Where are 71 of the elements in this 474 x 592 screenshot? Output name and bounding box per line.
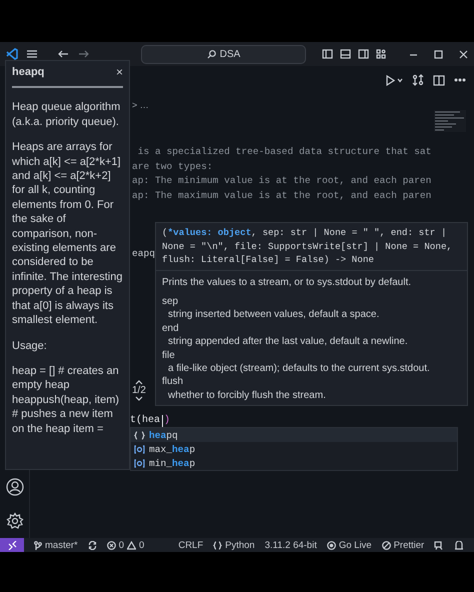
- doc-paragraph: Usage:: [12, 338, 48, 353]
- error-icon: [106, 540, 116, 550]
- forward-arrow-icon[interactable]: [78, 49, 89, 59]
- warning-icon: [127, 540, 136, 550]
- parameter-name: flush: [162, 375, 184, 389]
- notifications-icon[interactable]: [454, 540, 464, 550]
- go-live-button[interactable]: Go Live: [326, 540, 372, 550]
- code-line: t(hea: [130, 415, 160, 426]
- parameter-description: string inserted between values, default a space.: [167, 308, 380, 322]
- code-line: is a specialized tree-based data structure that sat: [136, 145, 432, 159]
- popup-title: heapq: [12, 65, 44, 80]
- prettier-icon: [382, 540, 391, 550]
- suggestion-item[interactable]: min_heap: [131, 456, 457, 470]
- code-line: eapq: [132, 248, 156, 258]
- play-icon: [385, 74, 395, 86]
- chevron-up-icon[interactable]: [134, 380, 143, 385]
- suggestion-item[interactable]: heapq: [131, 428, 457, 442]
- layout-icon[interactable]: [376, 49, 387, 59]
- sync-icon[interactable]: [88, 540, 97, 550]
- branch-icon: [34, 540, 42, 550]
- variable-icon: [134, 458, 145, 468]
- more-actions-icon[interactable]: [454, 78, 466, 82]
- panel-toggle-icon[interactable]: [340, 49, 351, 59]
- parameter-description: whether to forcibly flush the stream.: [167, 388, 327, 402]
- broadcast-icon: [326, 540, 336, 550]
- remote-button[interactable]: [0, 538, 24, 552]
- settings-icon[interactable]: [6, 512, 24, 530]
- interpreter-button[interactable]: 3.11.2 64-bit: [264, 540, 317, 550]
- split-editor-icon[interactable]: [433, 74, 445, 86]
- app-logo-icon[interactable]: [6, 48, 18, 60]
- problems-button[interactable]: 0 0: [106, 540, 144, 550]
- language-button[interactable]: Python: [213, 540, 255, 550]
- doc-paragraph: Heaps are arrays for which a[k] <= a[2*k+1] and a[k] <= a[2*k+2] for all k, counting elements from 0. For the sake of comparison, non-existing elements are considered to be infinite. The interesting property of a heap is that a[0] is always its smallest element.: [12, 140, 123, 328]
- doc-summary: Prints the values to a stream, or to sys.stdout by default.: [162, 276, 412, 289]
- line-ending-button[interactable]: CRLF: [178, 540, 204, 550]
- back-arrow-icon[interactable]: [58, 49, 69, 59]
- minimap-drawing[interactable]: [434, 110, 466, 132]
- maximize-icon[interactable]: [434, 50, 443, 58]
- parameter-name: file: [162, 348, 176, 362]
- doc-paragraph: Heap queue algorithm (a.k.a. priority queue).: [12, 100, 122, 130]
- command-search-field[interactable]: DSA: [141, 44, 306, 64]
- suggestion-item[interactable]: max_heap: [131, 442, 457, 456]
- function-signature: (*values: object, sep: str | None = " ", end: str | None = "\n", file: SupportsWrite[str] | None = None, flush: Literal[False] = False) -> None: [156, 223, 467, 270]
- module-icon: [134, 430, 145, 440]
- remote-icon: [8, 540, 16, 550]
- parameter-description: a file-like object (stream); defaults to the current sys.stdout.: [167, 362, 431, 376]
- code-line: are two types:: [132, 160, 214, 174]
- code-line: ap: The maximum value is at the root, and each paren: [132, 188, 432, 202]
- compare-changes-icon[interactable]: [412, 74, 424, 86]
- close-button[interactable]: ×: [116, 65, 123, 80]
- sidebar-toggle-icon[interactable]: [322, 49, 333, 59]
- close-icon[interactable]: [459, 50, 468, 58]
- secondary-sidebar-icon[interactable]: [358, 49, 369, 59]
- prettier-button[interactable]: Prettier: [382, 540, 424, 550]
- account-icon[interactable]: [6, 478, 24, 496]
- chevron-down-icon: [397, 78, 403, 82]
- menu-icon[interactable]: [26, 49, 38, 59]
- braces-icon: [213, 540, 222, 550]
- code-line: ap: The minimum value is at the root, and each paren: [132, 174, 432, 188]
- search-icon: [206, 50, 216, 58]
- parameter-name: sep: [162, 294, 180, 308]
- variable-icon: [134, 444, 145, 454]
- feedback-icon[interactable]: [434, 540, 444, 550]
- run-button[interactable]: [385, 74, 403, 86]
- closing-paren: ): [164, 415, 170, 426]
- parameter-name: end: [162, 322, 180, 336]
- branch-button[interactable]: master*: [34, 540, 78, 550]
- overload-counter: 1/2: [132, 385, 146, 396]
- chevron-down-icon[interactable]: [134, 396, 143, 401]
- parameter-description: string appended after the last value, default a newline.: [167, 335, 409, 349]
- doc-paragraph: heap = [] # creates an empty heap heappush(heap, item) # pushes a new item on the heap item =: [12, 364, 120, 436]
